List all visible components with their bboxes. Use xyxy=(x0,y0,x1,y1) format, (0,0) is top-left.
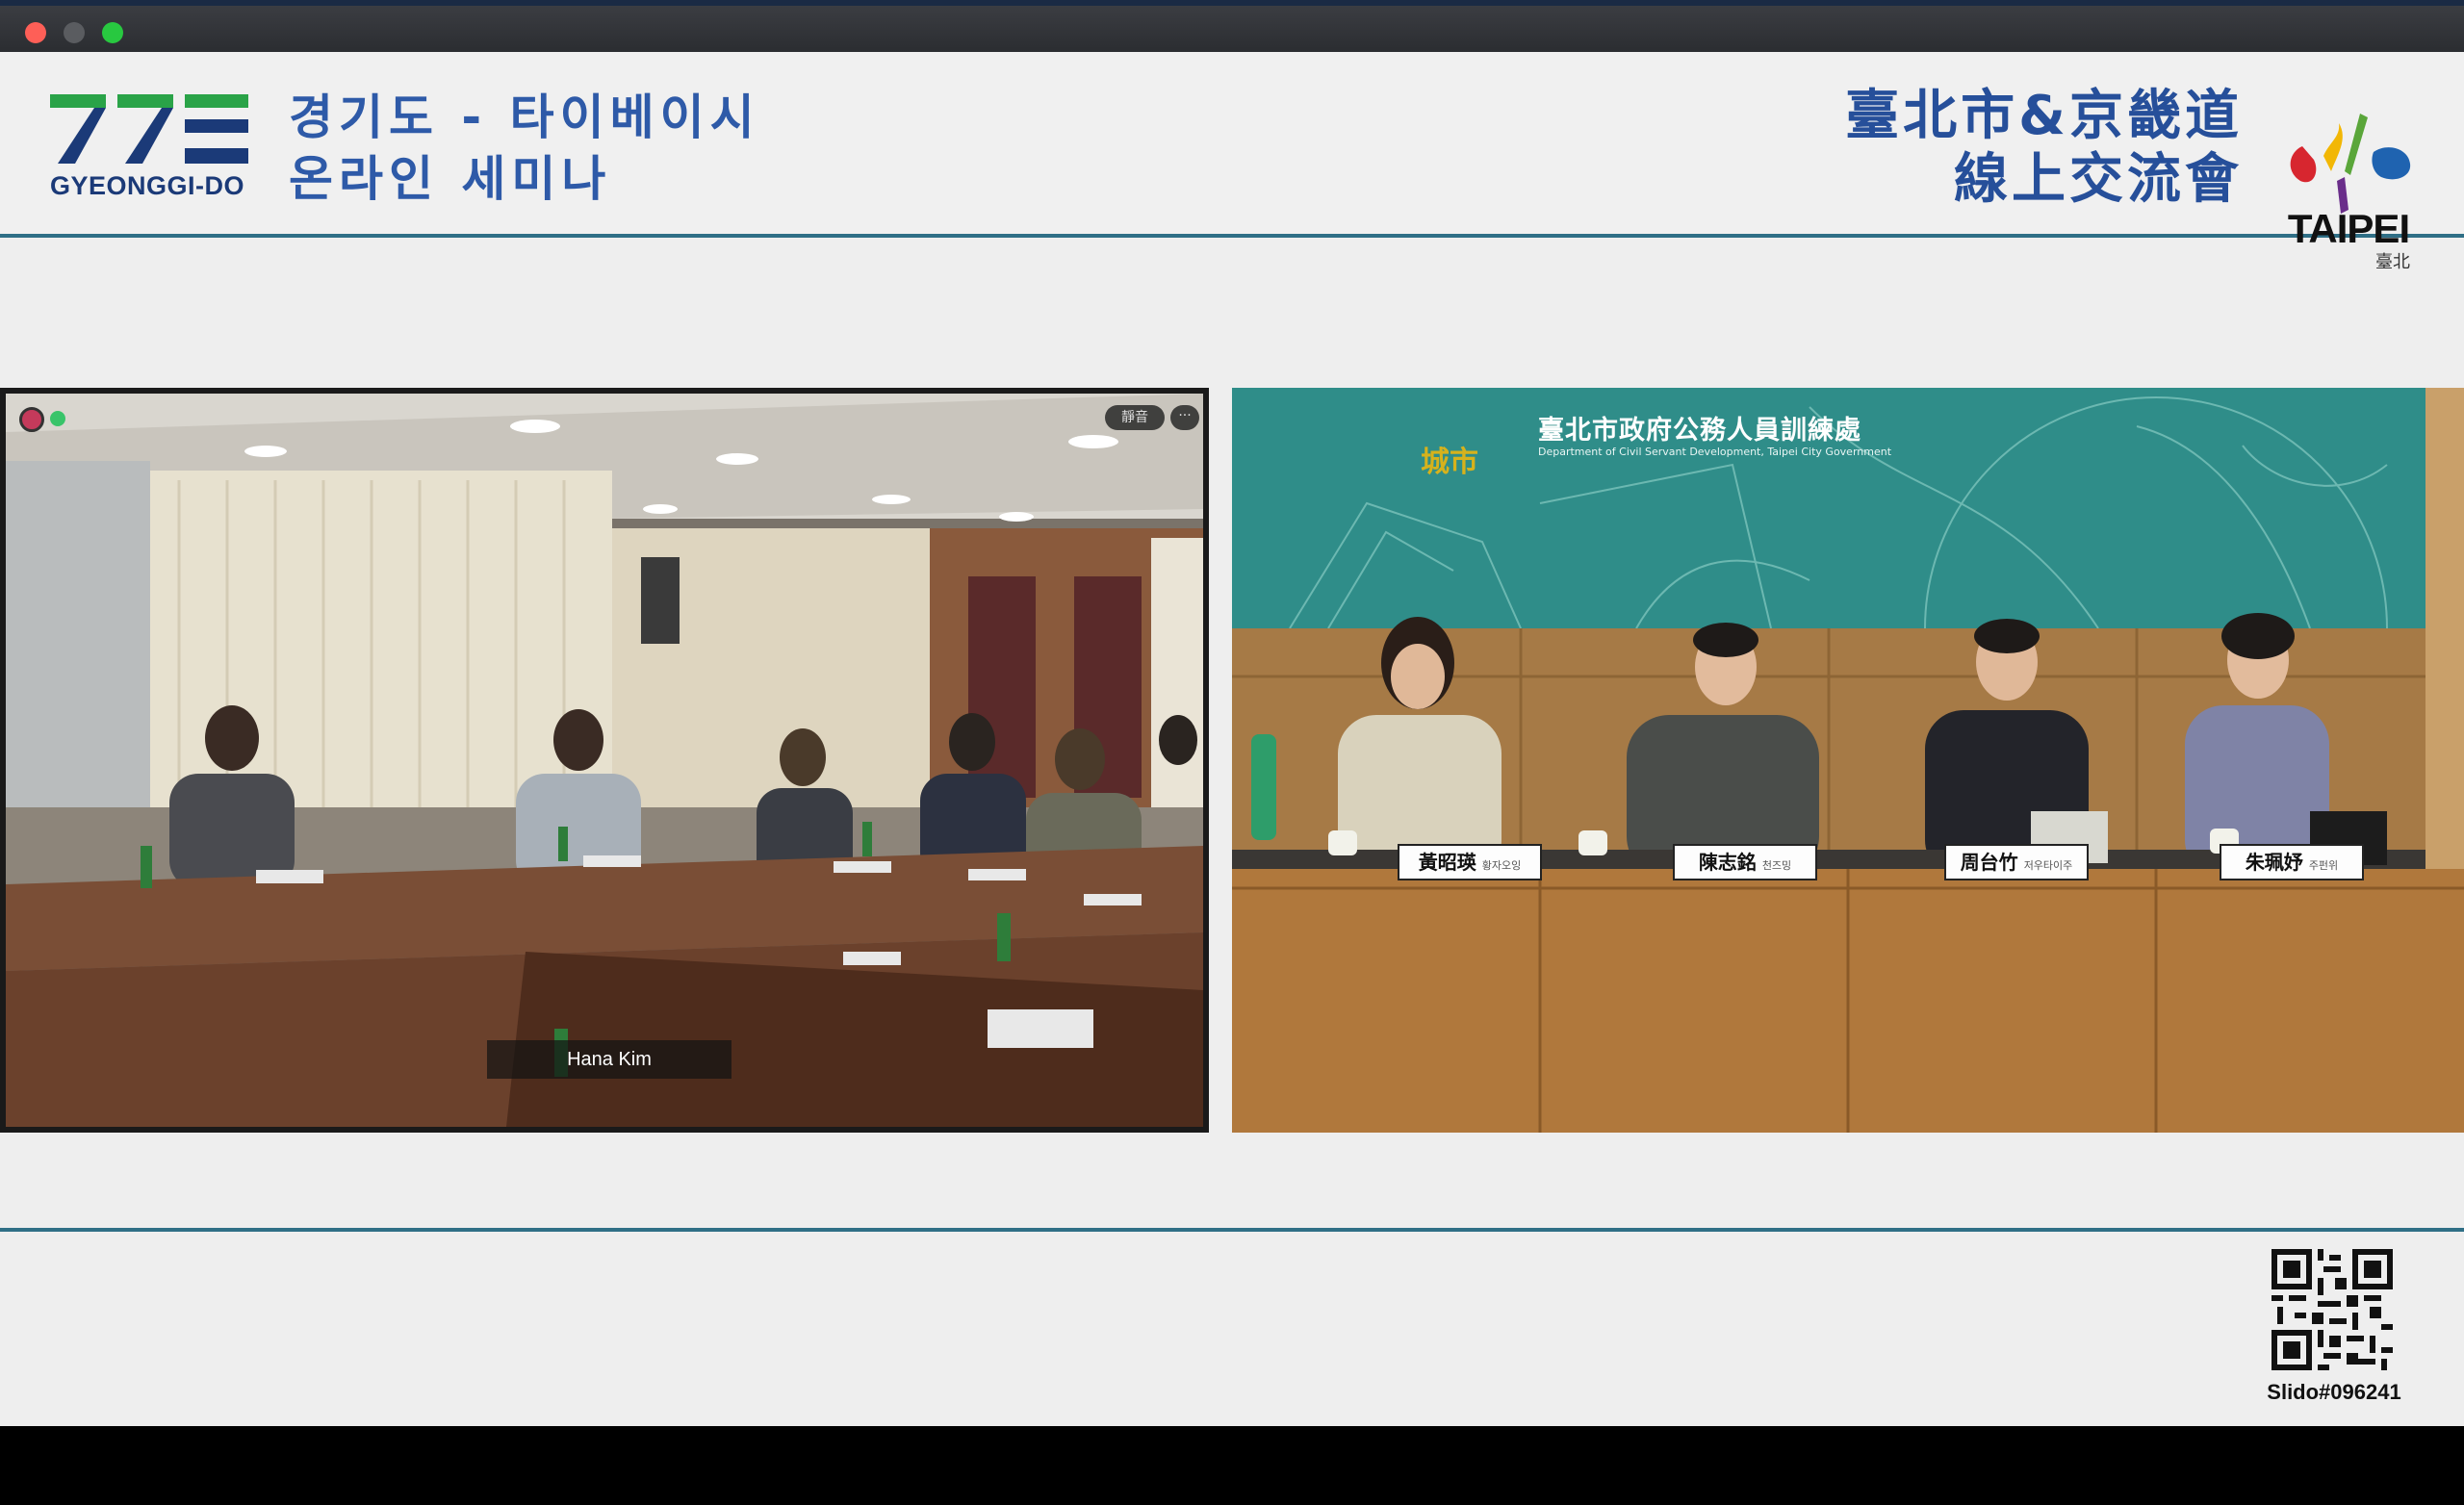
taipei-logo: TAIPEI 臺北 xyxy=(2272,110,2426,273)
gyeonggi-logo-icon xyxy=(50,94,248,164)
nameplate-3: 周台竹 저우타이주 xyxy=(1944,844,2089,880)
nameplate-name: 陳志銘 xyxy=(1698,851,1757,874)
window-titlebar xyxy=(0,0,2464,52)
slide-header: GYEONGGI-DO 경기도 - 타이베이시 온라인 세미나 臺北市&京畿道 … xyxy=(0,52,2464,272)
reaction-icon[interactable] xyxy=(19,407,44,432)
close-window-button[interactable] xyxy=(25,22,46,43)
more-options-button[interactable]: ··· xyxy=(1170,405,1199,430)
slido-code: Slido#096241 xyxy=(2267,1380,2401,1404)
chinese-title-line2: 線上交流會 xyxy=(1954,148,2243,211)
nameplate-korean: 주펀위 xyxy=(2308,859,2339,872)
taipei-logo-icon xyxy=(2290,114,2411,214)
maximize-window-button[interactable] xyxy=(102,22,123,43)
korean-title-line1: 경기도 - 타이베이시 xyxy=(289,89,760,145)
shared-screen-canvas: GYEONGGI-DO 경기도 - 타이베이시 온라인 세미나 臺北市&京畿道 … xyxy=(0,52,2464,1426)
banner-subtitle: Department of Civil Servant Development,… xyxy=(1538,446,1892,458)
banner-title: 臺北市政府公務人員訓練處 xyxy=(1538,416,1861,446)
korean-seminar-title: 경기도 - 타이베이시 온라인 세미나 xyxy=(289,87,828,210)
gyeonggi-logo: GYEONGGI-DO xyxy=(50,94,248,200)
nameplate-korean: 천즈밍 xyxy=(1761,859,1792,872)
nameplate-2: 陳志銘 천즈밍 xyxy=(1673,844,1817,880)
nameplate-korean: 저우타이주 xyxy=(2023,859,2073,872)
taipei-logo-subtext: 臺北 xyxy=(2375,252,2410,272)
video-status-icon xyxy=(50,411,65,426)
banner-city-label: 城市 xyxy=(1421,446,1478,479)
chinese-title-line1: 臺北市&京畿道 xyxy=(1845,85,2243,147)
minimize-window-button[interactable] xyxy=(64,22,85,43)
nameplate-name: 周台竹 xyxy=(1960,851,2018,874)
qr-code-icon xyxy=(2272,1249,2393,1370)
gyeonggi-logo-text: GYEONGGI-DO xyxy=(50,171,245,200)
nameplate-korean: 황자오잉 xyxy=(1481,859,1522,872)
video-tile-gyeonggi[interactable]: 靜音 ··· Hana Kim xyxy=(0,388,1209,1133)
taipei-room-video-frame xyxy=(1232,388,2464,1133)
korean-title-line2: 온라인 세미나 xyxy=(289,151,612,207)
nameplate-1: 黃昭瑛 황자오잉 xyxy=(1398,844,1542,880)
nameplate-name: 朱珮妤 xyxy=(2245,851,2303,874)
video-tile-taipei[interactable]: 臺北市政府公務人員訓練處 Department of Civil Servant… xyxy=(1232,388,2464,1133)
nameplate-4: 朱珮妤 주펀위 xyxy=(2220,844,2364,880)
participant-name-label: Hana Kim xyxy=(487,1040,732,1079)
window-bottom-bar xyxy=(0,1426,2464,1505)
nameplate-name: 黃昭瑛 xyxy=(1418,851,1476,874)
bottom-divider xyxy=(0,1228,2464,1232)
mute-badge[interactable]: 靜音 xyxy=(1105,405,1165,430)
chinese-seminar-title: 臺北市&京畿道 線上交流會 xyxy=(1829,85,2243,212)
gyeonggi-room-video-frame xyxy=(6,394,1203,1127)
taipei-logo-text: TAIPEI xyxy=(2287,206,2410,251)
